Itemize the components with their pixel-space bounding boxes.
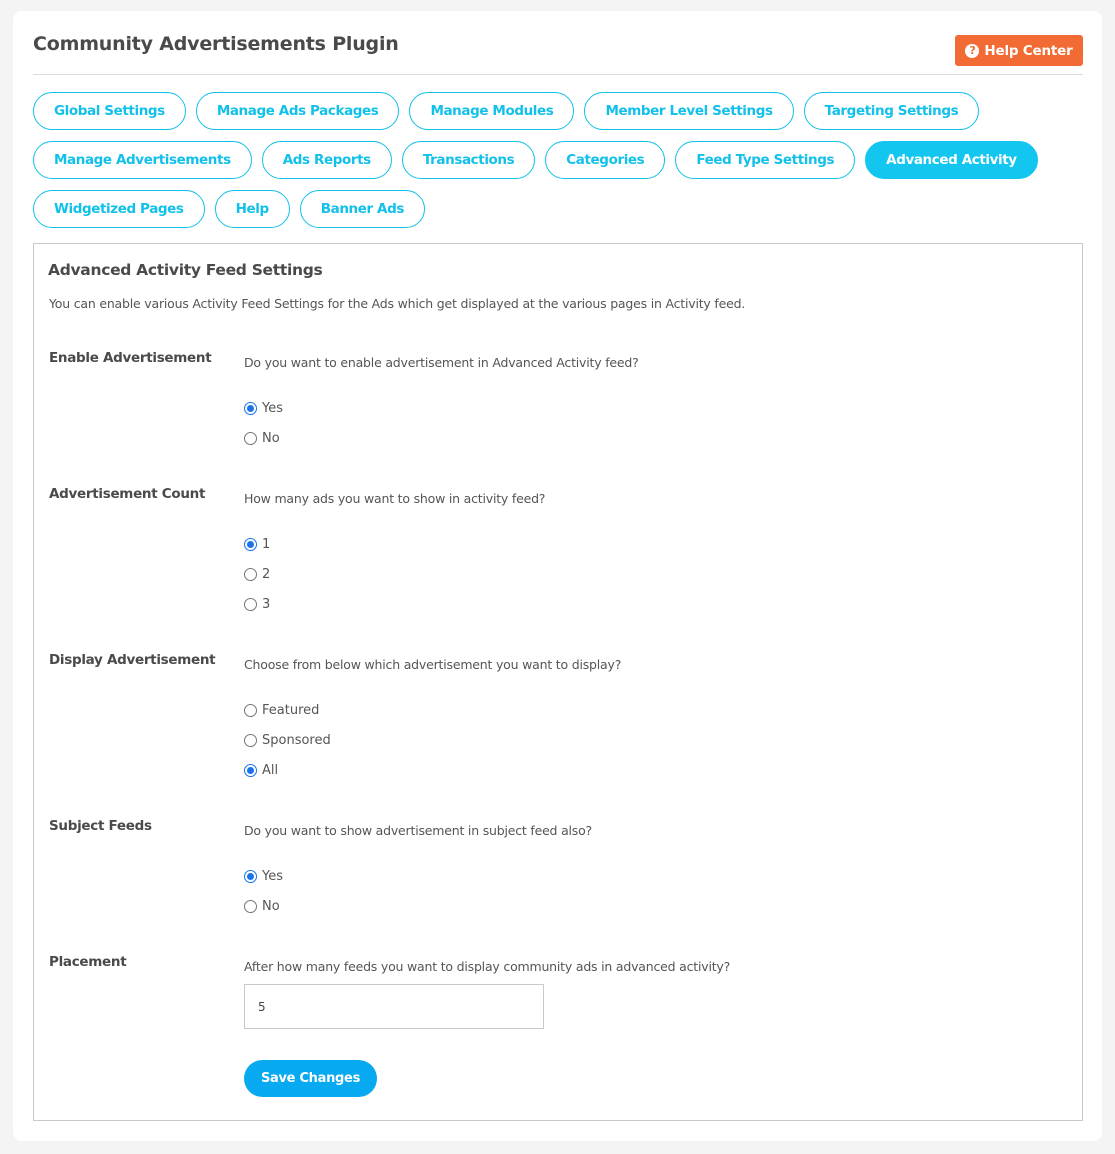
radio-group: Featured Sponsored All xyxy=(244,695,331,785)
radio-option-all[interactable]: All xyxy=(244,755,331,785)
radio-option-sponsored[interactable]: Sponsored xyxy=(244,725,331,755)
radio-option-no[interactable]: No xyxy=(244,423,283,453)
radio-button[interactable] xyxy=(244,537,257,551)
tab-advanced-activity[interactable]: Advanced Activity xyxy=(865,141,1038,179)
page-title: Community Advertisements Plugin xyxy=(33,33,399,55)
option-label: 1 xyxy=(262,536,271,552)
tab-transactions[interactable]: Transactions xyxy=(401,141,536,179)
tab-help[interactable]: Help xyxy=(214,190,290,228)
field-label: Placement xyxy=(49,954,127,970)
main-card: Community Advertisements Plugin ? Help C… xyxy=(13,11,1102,1141)
tab-row-1: Global Settings Manage Ads Packages Mana… xyxy=(33,92,1093,130)
field-label: Display Advertisement xyxy=(49,652,216,668)
radio-option-3[interactable]: 3 xyxy=(244,589,270,619)
radio-button[interactable] xyxy=(244,733,257,747)
help-center-button[interactable]: ? Help Center xyxy=(955,35,1083,66)
save-changes-button[interactable]: Save Changes xyxy=(244,1060,377,1097)
radio-button[interactable] xyxy=(244,869,257,883)
radio-button[interactable] xyxy=(244,401,257,415)
tab-widgetized-pages[interactable]: Widgetized Pages xyxy=(33,190,205,228)
field-question: Do you want to show advertisement in sub… xyxy=(244,823,592,838)
tab-global-settings[interactable]: Global Settings xyxy=(33,92,186,130)
tab-banner-ads[interactable]: Banner Ads xyxy=(299,190,426,228)
question-circle-icon: ? xyxy=(965,43,980,58)
tab-navigation: Global Settings Manage Ads Packages Mana… xyxy=(33,92,1093,239)
option-label: 3 xyxy=(262,596,271,612)
radio-button[interactable] xyxy=(244,899,257,913)
field-question: After how many feeds you want to display… xyxy=(244,959,731,974)
panel-description: You can enable various Activity Feed Set… xyxy=(49,296,746,311)
field-question: How many ads you want to show in activit… xyxy=(244,491,546,506)
field-label: Enable Advertisement xyxy=(49,350,212,366)
radio-group: Yes No xyxy=(244,393,283,453)
radio-option-no[interactable]: No xyxy=(244,891,283,921)
radio-group: Yes No xyxy=(244,861,283,921)
radio-button[interactable] xyxy=(244,431,257,445)
field-label: Subject Feeds xyxy=(49,818,152,834)
help-center-label: Help Center xyxy=(984,42,1073,59)
option-label: 2 xyxy=(262,566,271,582)
panel-title: Advanced Activity Feed Settings xyxy=(48,261,323,279)
tab-categories[interactable]: Categories xyxy=(545,141,666,179)
option-label: No xyxy=(262,898,280,914)
placement-input[interactable] xyxy=(244,984,544,1029)
radio-option-yes[interactable]: Yes xyxy=(244,861,283,891)
option-label: Featured xyxy=(262,702,320,718)
radio-group: 1 2 3 xyxy=(244,529,270,619)
option-label: No xyxy=(262,430,280,446)
header-divider xyxy=(33,74,1083,75)
tab-member-level-settings[interactable]: Member Level Settings xyxy=(584,92,794,130)
field-label: Advertisement Count xyxy=(49,486,206,502)
tab-manage-ads-packages[interactable]: Manage Ads Packages xyxy=(195,92,400,130)
radio-option-yes[interactable]: Yes xyxy=(244,393,283,423)
radio-button[interactable] xyxy=(244,597,257,611)
settings-panel: Advanced Activity Feed Settings You can … xyxy=(33,243,1083,1121)
field-question: Choose from below which advertisement yo… xyxy=(244,657,622,672)
radio-button[interactable] xyxy=(244,567,257,581)
tab-ads-reports[interactable]: Ads Reports xyxy=(261,141,392,179)
tab-row-2: Manage Advertisements Ads Reports Transa… xyxy=(33,141,1093,179)
option-label: Sponsored xyxy=(262,732,331,748)
tab-feed-type-settings[interactable]: Feed Type Settings xyxy=(675,141,856,179)
field-question: Do you want to enable advertisement in A… xyxy=(244,355,639,370)
option-label: Yes xyxy=(262,868,283,884)
tab-row-3: Widgetized Pages Help Banner Ads xyxy=(33,190,1093,228)
tab-targeting-settings[interactable]: Targeting Settings xyxy=(803,92,980,130)
option-label: All xyxy=(262,762,279,778)
radio-option-featured[interactable]: Featured xyxy=(244,695,331,725)
radio-button[interactable] xyxy=(244,763,257,777)
tab-manage-advertisements[interactable]: Manage Advertisements xyxy=(33,141,252,179)
radio-button[interactable] xyxy=(244,703,257,717)
option-label: Yes xyxy=(262,400,283,416)
tab-manage-modules[interactable]: Manage Modules xyxy=(409,92,575,130)
radio-option-1[interactable]: 1 xyxy=(244,529,270,559)
radio-option-2[interactable]: 2 xyxy=(244,559,270,589)
